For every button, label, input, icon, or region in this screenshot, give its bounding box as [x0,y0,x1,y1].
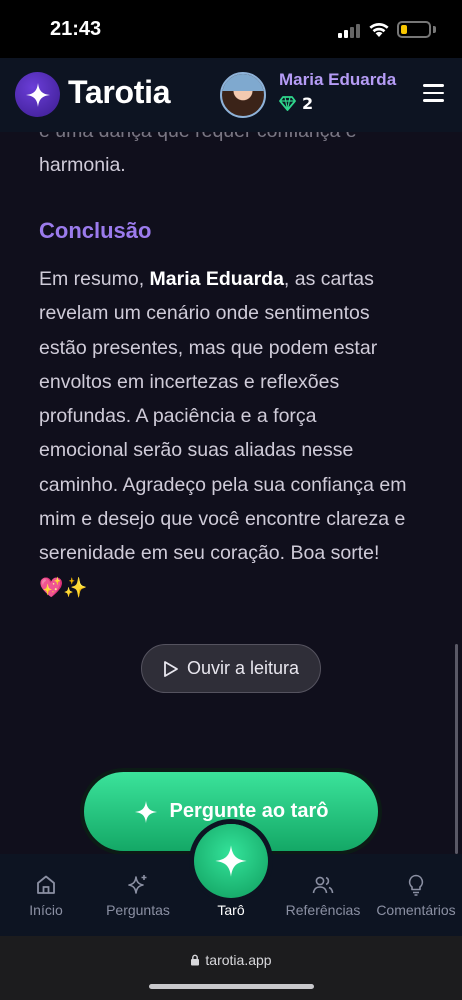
nav-item-taro[interactable] [194,824,268,898]
nav-label-inicio: Início [29,902,63,918]
ask-tarot-label: Pergunte ao tarô [169,800,329,822]
nav-item-comentarios[interactable]: Comentários [370,872,462,918]
avatar[interactable] [220,72,266,118]
listen-reading-label: Ouvir a leitura [186,658,300,678]
reading-content[interactable]: e uma dança que requer confiança e harmo… [0,132,462,854]
paragraph-body: , as cartas revelam um cenário onde sent… [39,268,407,599]
lock-icon [191,954,200,966]
paragraph-intro: Em resumo, [39,268,150,290]
listen-reading-button[interactable]: Ouvir a leitura [141,644,321,693]
nav-item-inicio[interactable]: Início [0,872,92,918]
sparkle-logo-icon [25,82,50,107]
conclusion-paragraph: Em resumo, Maria Eduarda, as cartas reve… [39,262,409,605]
user-name[interactable]: Maria Eduarda [279,70,396,90]
nav-label-comentarios: Comentários [376,902,456,918]
nav-label-referencias: Referências [285,902,361,918]
logo-icon[interactable] [15,72,60,117]
play-icon [164,660,178,677]
previous-text-line: e uma dança que requer confiança e [39,132,409,148]
gem-count: 2 [302,94,314,113]
nav-item-perguntas[interactable]: Perguntas [92,872,184,918]
url-bar[interactable]: tarotia.app [0,952,462,968]
previous-text-end: harmonia. [39,154,126,176]
battery-cap [433,26,436,33]
status-time: 21:43 [50,18,102,40]
nav-label-perguntas: Perguntas [106,902,170,918]
scrollbar[interactable] [455,644,458,854]
sparkles-icon [128,875,147,894]
lightbulb-icon [408,874,424,896]
browser-bar: tarotia.app [0,936,462,1000]
wifi-icon [369,22,389,37]
cellular-signal-icon [338,24,360,38]
status-bar: 21:43 [0,0,462,58]
gem-balance: 2 [279,94,313,113]
menu-button[interactable] [423,84,444,102]
gem-icon [279,96,296,111]
app-title[interactable]: Tarotia [68,74,171,111]
users-icon [312,876,334,894]
nav-item-referencias[interactable]: Referências [277,872,369,918]
home-icon [37,875,55,894]
nav-label-taro[interactable]: Tarô [186,902,276,918]
url-text: tarotia.app [205,952,272,968]
app-header: Tarotia Maria Eduarda 2 [0,58,462,132]
paragraph-user-name: Maria Eduarda [149,268,284,290]
section-title: Conclusão [39,218,152,243]
home-indicator[interactable] [149,984,314,989]
sparkle-icon [134,800,157,823]
battery-icon [397,21,431,38]
star-icon [215,845,247,877]
